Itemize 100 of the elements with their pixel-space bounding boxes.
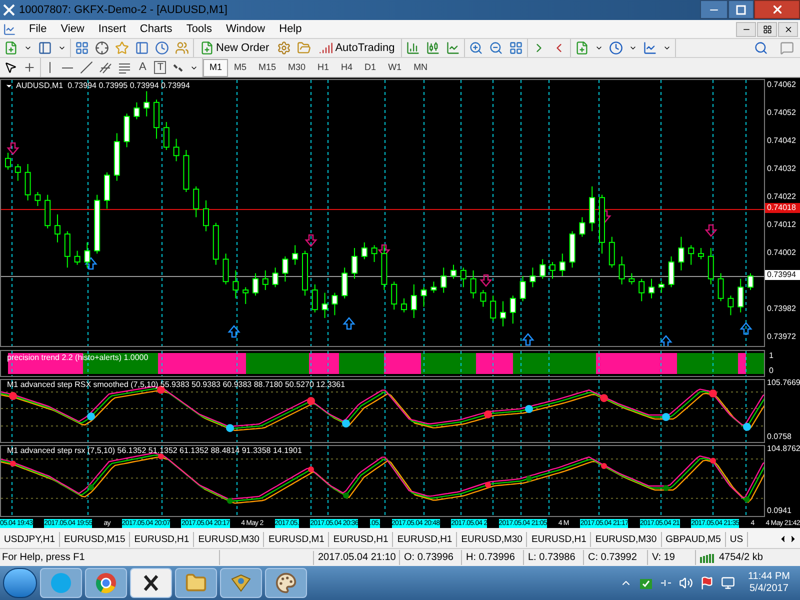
bar-chart-icon[interactable] <box>406 41 420 55</box>
menu-item[interactable]: Tools <box>179 20 219 38</box>
signal-dot <box>484 410 492 418</box>
candlestick <box>510 295 516 324</box>
chart-tab[interactable]: EURUSD,M30 <box>194 532 264 546</box>
caret-icon[interactable] <box>594 44 603 52</box>
profiles-icon[interactable] <box>38 41 52 55</box>
candlestick <box>163 122 170 150</box>
crosshair-icon[interactable] <box>23 61 36 74</box>
candlestick <box>342 267 348 299</box>
zoom-in-icon[interactable] <box>468 41 483 55</box>
timeframe-button[interactable]: M5 <box>228 58 252 76</box>
clock[interactable]: 11:44 PM 5/4/2017 <box>742 571 796 595</box>
start-button[interactable] <box>3 568 37 598</box>
new-order-button[interactable]: New Order <box>198 40 272 56</box>
candlestick <box>540 258 546 280</box>
clock-icon[interactable] <box>608 41 623 55</box>
chart-tab[interactable]: EURUSD,H1 <box>130 532 194 546</box>
candlestick <box>144 90 150 117</box>
volume-icon[interactable] <box>678 576 693 590</box>
menu-item[interactable]: Window <box>219 20 272 38</box>
candlestick <box>718 272 724 302</box>
maximize-icon <box>736 4 746 14</box>
trend-line-icon[interactable] <box>80 61 93 74</box>
search-icon[interactable] <box>754 41 768 55</box>
menu-item[interactable]: View <box>54 20 92 38</box>
timeframe-button[interactable]: M15 <box>252 58 282 76</box>
timeframe-button[interactable]: D1 <box>358 58 382 76</box>
close-button[interactable] <box>754 0 800 19</box>
new-chart-icon[interactable] <box>4 41 18 55</box>
network-icon[interactable] <box>660 578 672 588</box>
menu-item[interactable]: File <box>22 20 54 38</box>
menu-item[interactable]: Help <box>272 20 309 38</box>
candlestick <box>312 284 318 313</box>
menu-item[interactable]: Insert <box>91 20 133 38</box>
axis-label: 105.7669 <box>767 379 800 387</box>
signal-dot <box>87 412 95 420</box>
close-button[interactable] <box>778 22 798 36</box>
autotrading-button[interactable]: AutoTrading <box>317 40 397 56</box>
candlestick <box>361 242 368 260</box>
candlestick <box>371 244 378 262</box>
timeframe-button[interactable]: H4 <box>335 58 359 76</box>
flag-icon[interactable] <box>700 576 714 590</box>
crosshair-icon[interactable] <box>95 41 109 55</box>
chart-tab[interactable]: USDJPY,H1 <box>0 532 60 546</box>
candlestick <box>134 102 140 120</box>
cursor-icon[interactable] <box>4 61 17 74</box>
chart-tab[interactable]: US <box>726 532 748 546</box>
timeframe-button[interactable]: M30 <box>282 58 312 76</box>
chart-tab[interactable]: EURUSD,H1 <box>527 532 592 546</box>
caret-icon[interactable] <box>24 44 32 52</box>
axis-label: 104.8762 <box>767 445 800 453</box>
candlestick <box>322 292 328 318</box>
maximize-button[interactable] <box>728 0 754 19</box>
timeframe-button[interactable]: MN <box>408 58 434 76</box>
taskbar-button[interactable] <box>130 568 172 598</box>
indicator-legend: M1 advanced step RSX smoothed (7,5,10) 55.9383 50.9383 60.9383 88.7180 50.5270 12.3361 <box>7 381 346 389</box>
price-tick-label: 0.73982 <box>767 304 796 313</box>
status-time: 2017.05.04 21:10 <box>314 550 400 565</box>
gear-icon[interactable] <box>277 41 292 55</box>
caret-icon[interactable] <box>58 44 66 52</box>
restore-button[interactable] <box>757 22 777 36</box>
monitor-icon[interactable] <box>720 576 735 590</box>
arrows-icon[interactable] <box>172 62 184 74</box>
menu-item[interactable]: Charts <box>132 20 180 38</box>
tile-windows-icon[interactable] <box>508 41 523 55</box>
channel-icon[interactable] <box>99 61 112 74</box>
candlestick-icon[interactable] <box>426 41 440 55</box>
candlestick <box>490 295 496 322</box>
chart-tab[interactable]: GBPAUD,M5 <box>662 532 726 546</box>
timeframe-button[interactable]: H1 <box>312 58 336 76</box>
chart-tab[interactable]: EURUSD,M1 <box>264 532 330 546</box>
caret-icon[interactable] <box>662 44 671 52</box>
axis-label: 0.0941 <box>767 507 792 515</box>
checkmark-icon[interactable] <box>638 576 653 590</box>
candlestick <box>500 300 506 327</box>
chart-tab[interactable]: EURUSD,H1 <box>393 532 458 546</box>
chart-tab[interactable]: EURUSD,M15 <box>60 532 130 546</box>
candlestick <box>628 272 635 285</box>
users-icon[interactable] <box>175 41 189 55</box>
chart-window-icon <box>3 22 16 36</box>
indicator-legend: M1 advanced step rsx (7,5,10) 56.1352 51.1352 61.1352 88.4814 91.3358 14.1901 <box>7 447 302 455</box>
line-chart-icon[interactable] <box>446 41 460 55</box>
chart-tab[interactable]: EURUSD,M30 <box>591 532 662 546</box>
text-tool[interactable]: A <box>137 59 148 76</box>
chart-tab[interactable]: EURUSD,H1 <box>329 532 394 546</box>
candlestick <box>5 152 11 170</box>
caret-icon[interactable] <box>628 44 637 52</box>
bid-price-label: 0.73994 <box>765 270 800 280</box>
timeframe-button[interactable]: M1 <box>203 58 228 76</box>
candlestick <box>460 267 466 288</box>
candlestick <box>608 236 615 268</box>
signal-dot <box>342 420 350 428</box>
text-label-tool[interactable]: T <box>154 61 166 74</box>
folder-icon[interactable] <box>297 41 312 55</box>
zoom-out-icon[interactable] <box>488 41 503 55</box>
chart-tab[interactable]: EURUSD,M30 <box>457 532 528 546</box>
timeframe-button[interactable]: W1 <box>382 58 408 76</box>
status-low: L: 0.73986 <box>524 550 584 565</box>
paint-palette-icon <box>275 572 297 594</box>
